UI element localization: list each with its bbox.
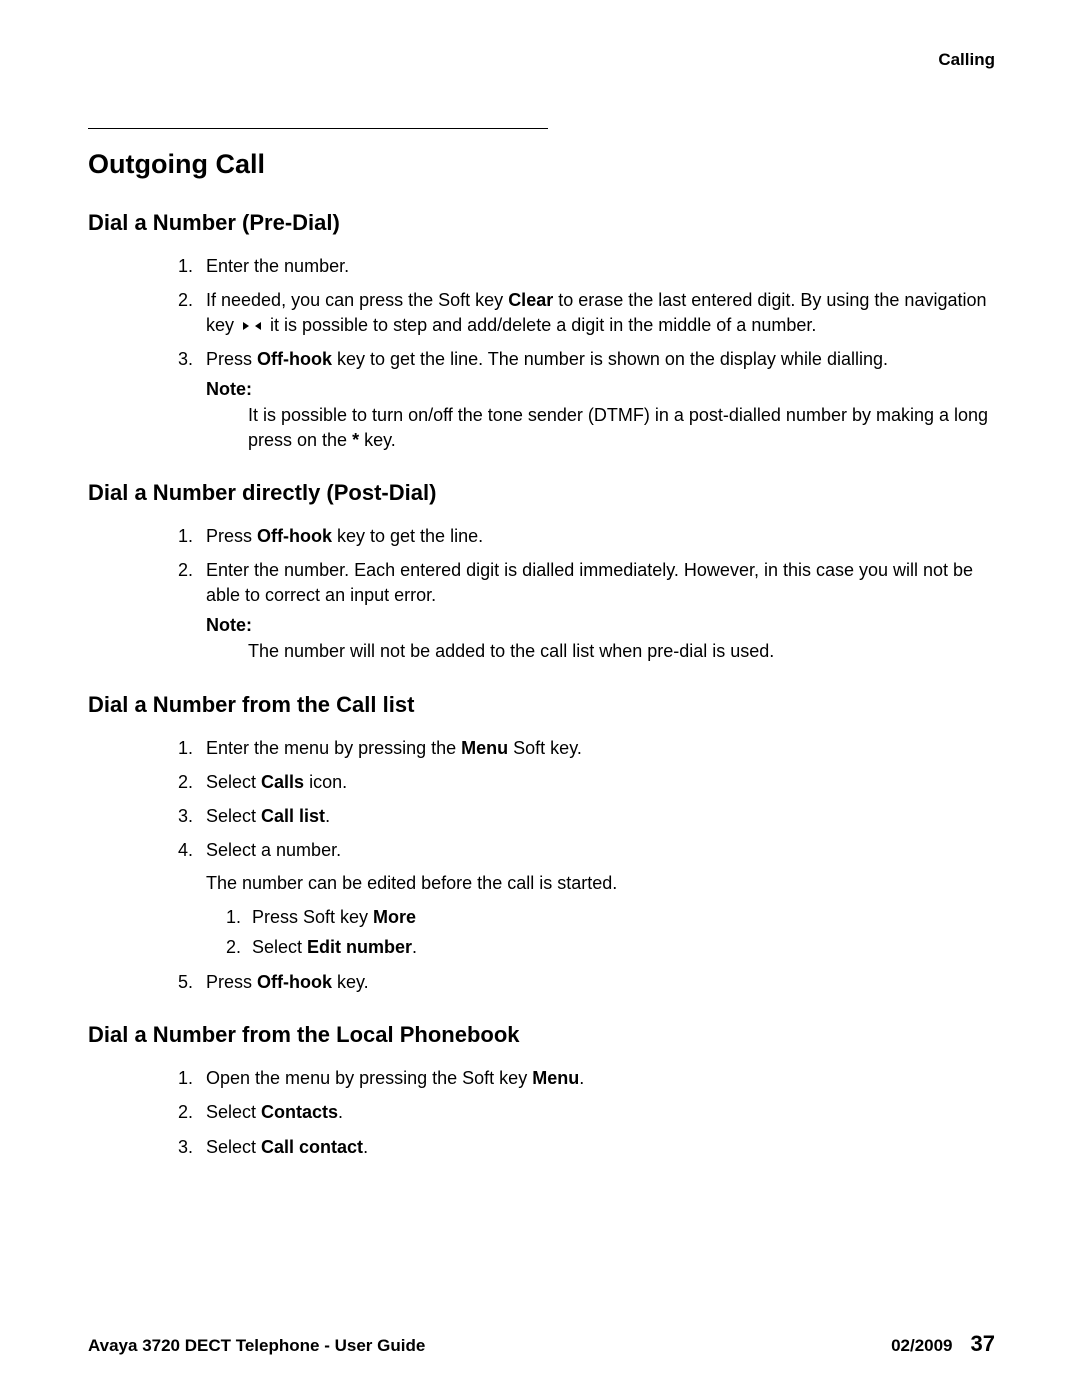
step-text: Select [206,1137,261,1157]
step-text: icon. [304,772,347,792]
footer-right: 02/2009 37 [891,1331,995,1357]
calllist-nested-steps: Press Soft key More Select Edit number. [206,905,995,960]
footer-page-number: 37 [971,1331,995,1357]
bold-menu: Menu [532,1068,579,1088]
step-text: Enter the number. [206,256,349,276]
page-content: Outgoing Call Dial a Number (Pre-Dial) E… [88,128,995,1311]
bold-editnumber: Edit number [307,937,412,957]
list-item: Press Off-hook key. [198,970,995,994]
step-text: Press [206,526,257,546]
step-text: Select [252,937,307,957]
step-text: Press Soft key [252,907,373,927]
note-block: Note: It is possible to turn on/off the … [206,377,995,452]
heading-postdial: Dial a Number directly (Post-Dial) [88,480,995,506]
step-text: . [579,1068,584,1088]
step-text: . [338,1102,343,1122]
step-text: key to get the line. [332,526,483,546]
list-item: Open the menu by pressing the Soft key M… [198,1066,995,1090]
bold-calllist: Call list [261,806,325,826]
header-section: Calling [938,50,995,69]
list-item: Select a number. The number can be edite… [198,838,995,959]
step-text: Enter the menu by pressing the [206,738,461,758]
bold-offhook: Off-hook [257,972,332,992]
page: Calling Outgoing Call Dial a Number (Pre… [0,0,1080,1397]
nav-arrows-icon [239,313,265,337]
list-item: Select Contacts. [198,1100,995,1124]
list-item: If needed, you can press the Soft key Cl… [198,288,995,337]
step-text: . [412,937,417,957]
note-body: It is possible to turn on/off the tone s… [248,403,995,452]
step-text: Soft key. [508,738,582,758]
note-label: Note: [206,377,995,401]
step-text: . [363,1137,368,1157]
list-item: Enter the number. Each entered digit is … [198,558,995,663]
postdial-steps: Press Off-hook key to get the line. Ente… [88,524,995,663]
page-footer: Avaya 3720 DECT Telephone - User Guide 0… [88,1311,995,1357]
step-text: Enter the number. Each entered digit is … [206,560,973,604]
predial-steps: Enter the number. If needed, you can pre… [88,254,995,452]
list-item: Select Call contact. [198,1135,995,1159]
list-item: Select Call list. [198,804,995,828]
step-text: key to get the line. The number is shown… [332,349,888,369]
note-body: The number will not be added to the call… [248,639,995,663]
step-text: Select [206,1102,261,1122]
bold-offhook: Off-hook [257,349,332,369]
bold-clear: Clear [508,290,553,310]
note-text: key. [359,430,396,450]
bold-more: More [373,907,416,927]
heading-phonebook: Dial a Number from the Local Phonebook [88,1022,995,1048]
list-item: Select Calls icon. [198,770,995,794]
step-subpara: The number can be edited before the call… [206,871,995,895]
step-text: Select [206,772,261,792]
page-title: Outgoing Call [88,149,995,180]
step-text: Press [206,972,257,992]
step-text: key. [332,972,369,992]
list-item: Enter the number. [198,254,995,278]
step-text: Press [206,349,257,369]
bold-offhook: Off-hook [257,526,332,546]
heading-calllist: Dial a Number from the Call list [88,692,995,718]
bold-contacts: Contacts [261,1102,338,1122]
bold-callcontact: Call contact [261,1137,363,1157]
step-text: If needed, you can press the Soft key [206,290,508,310]
note-label: Note: [206,613,995,637]
footer-doc-title: Avaya 3720 DECT Telephone - User Guide [88,1336,425,1356]
step-text: Select a number. [206,840,341,860]
list-item: Enter the menu by pressing the Menu Soft… [198,736,995,760]
section-rule [88,128,548,129]
note-block: Note: The number will not be added to th… [206,613,995,664]
list-item: Select Edit number. [246,935,995,959]
step-text: Select [206,806,261,826]
bold-menu: Menu [461,738,508,758]
step-text: . [325,806,330,826]
step-text: Open the menu by pressing the Soft key [206,1068,532,1088]
heading-predial: Dial a Number (Pre-Dial) [88,210,995,236]
running-header: Calling [88,50,995,70]
list-item: Press Off-hook key to get the line. [198,524,995,548]
list-item: Press Soft key More [246,905,995,929]
step-text: it is possible to step and add/delete a … [265,315,816,335]
calllist-steps: Enter the menu by pressing the Menu Soft… [88,736,995,994]
phonebook-steps: Open the menu by pressing the Soft key M… [88,1066,995,1159]
list-item: Press Off-hook key to get the line. The … [198,347,995,452]
footer-date: 02/2009 [891,1336,952,1356]
bold-calls: Calls [261,772,304,792]
